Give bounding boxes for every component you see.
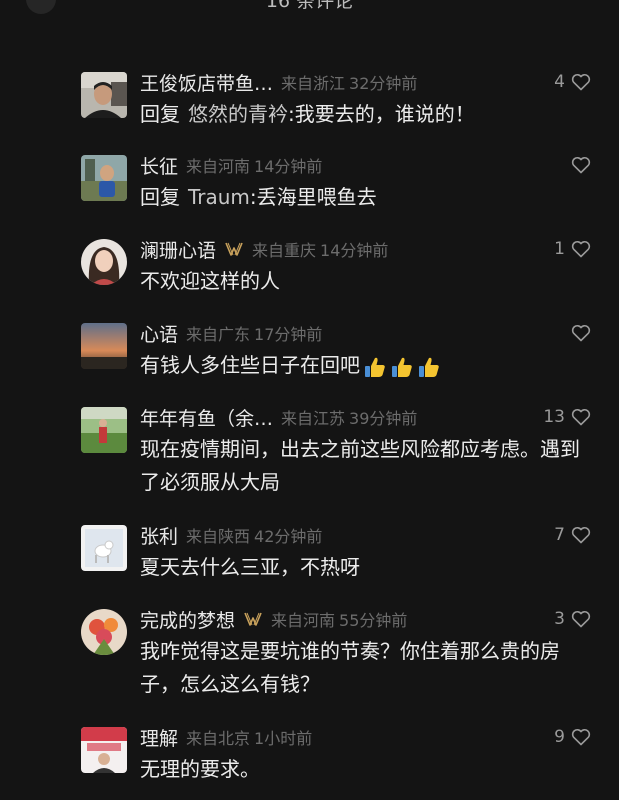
timestamp: 14分钟前: [320, 241, 389, 260]
heart-icon: [571, 156, 591, 174]
avatar[interactable]: [81, 407, 127, 453]
like-button[interactable]: 13: [543, 405, 591, 429]
vip-badge-icon: [225, 242, 243, 256]
timestamp: 55分钟前: [339, 611, 408, 630]
comment-content: 我咋觉得这是要坑谁的节奏？你住着那么贵的房子，怎么这么有钱？: [140, 639, 560, 696]
comment-text: 夏天去什么三亚，不热呀: [140, 551, 590, 584]
comment-text: 我咋觉得这是要坑谁的节奏？你住着那么贵的房子，怎么这么有钱？: [140, 635, 590, 701]
like-button[interactable]: 7: [554, 523, 591, 547]
reply-label: 回复: [140, 185, 180, 209]
comments-title: 16 条评论: [265, 0, 354, 12]
like-button[interactable]: [565, 321, 591, 345]
timestamp: 14分钟前: [254, 157, 323, 176]
location: 来自江苏: [281, 409, 346, 428]
like-button[interactable]: 3: [554, 607, 591, 631]
like-button[interactable]: 9: [554, 725, 591, 749]
heart-icon: [571, 324, 591, 342]
avatar[interactable]: [81, 525, 127, 571]
timestamp: 42分钟前: [254, 527, 323, 546]
avatar[interactable]: [81, 155, 127, 201]
comment-text: 无理的要求。: [140, 753, 590, 786]
thumbs-up-icon: [419, 357, 439, 377]
avatar[interactable]: [81, 72, 127, 118]
username[interactable]: 心语: [140, 320, 178, 347]
like-count: 4: [554, 72, 565, 92]
reply-label: 回复: [140, 102, 180, 126]
timestamp: 1小时前: [254, 729, 313, 748]
location: 来自北京: [186, 729, 251, 748]
heart-icon: [571, 728, 591, 746]
location: 来自河南: [186, 157, 251, 176]
username[interactable]: 完成的梦想: [140, 606, 235, 633]
avatar[interactable]: [81, 323, 127, 369]
reply-target[interactable]: 悠然的青衿: [188, 102, 288, 126]
timestamp: 39分钟前: [349, 409, 418, 428]
heart-icon: [571, 526, 591, 544]
heart-icon: [571, 240, 591, 258]
comment-content: 不欢迎这样的人: [140, 269, 280, 293]
like-button[interactable]: 1: [554, 237, 591, 261]
username[interactable]: 张利: [140, 522, 178, 549]
like-button[interactable]: 4: [554, 70, 591, 94]
avatar[interactable]: [81, 727, 127, 773]
heart-icon: [571, 408, 591, 426]
username[interactable]: 王俊饭店带鱼…: [140, 69, 273, 96]
like-count: 9: [554, 727, 565, 747]
like-count: 3: [554, 609, 565, 629]
username[interactable]: 年年有鱼（余…: [140, 404, 273, 431]
avatar[interactable]: [81, 609, 127, 655]
username[interactable]: 澜珊心语: [140, 236, 216, 263]
heart-icon: [571, 610, 591, 628]
username[interactable]: 长征: [140, 152, 178, 179]
location: 来自广东: [186, 325, 251, 344]
comment-text: 回复 悠然的青衿:我要去的，谁说的！: [140, 98, 590, 131]
location: 来自重庆: [252, 241, 317, 260]
comment-text: 不欢迎这样的人: [140, 265, 590, 298]
like-count: 7: [554, 525, 565, 545]
comment-text: 有钱人多住些日子在回吧: [140, 349, 590, 382]
comment-content: 夏天去什么三亚，不热呀: [140, 555, 360, 579]
comment-text: 现在疫情期间，出去之前这些风险都应考虑。遇到了必须服从大局: [140, 433, 590, 499]
comment-content: 有钱人多住些日子在回吧: [140, 353, 360, 377]
timestamp: 32分钟前: [349, 74, 418, 93]
reply-target[interactable]: Traum: [188, 185, 250, 209]
comment-content: 无理的要求。: [140, 757, 260, 781]
like-count: 1: [554, 239, 565, 259]
timestamp: 17分钟前: [254, 325, 323, 344]
comment-content: 现在疫情期间，出去之前这些风险都应考虑。遇到了必须服从大局: [140, 437, 580, 494]
thumbs-up-icon: [392, 357, 412, 377]
location: 来自河南: [271, 611, 336, 630]
location: 来自浙江: [281, 74, 346, 93]
like-button[interactable]: [565, 153, 591, 177]
comment-text: 回复 Traum:丢海里喂鱼去: [140, 181, 590, 214]
username[interactable]: 理解: [140, 724, 178, 751]
thumbs-up-icon: [365, 357, 385, 377]
location: 来自陕西: [186, 527, 251, 546]
comment-content: :丢海里喂鱼去: [249, 185, 377, 209]
comment-content: :我要去的，谁说的！: [288, 102, 475, 126]
avatar[interactable]: [81, 239, 127, 285]
heart-icon: [571, 73, 591, 91]
vip-badge-icon: [244, 612, 262, 626]
like-count: 13: [543, 407, 565, 427]
